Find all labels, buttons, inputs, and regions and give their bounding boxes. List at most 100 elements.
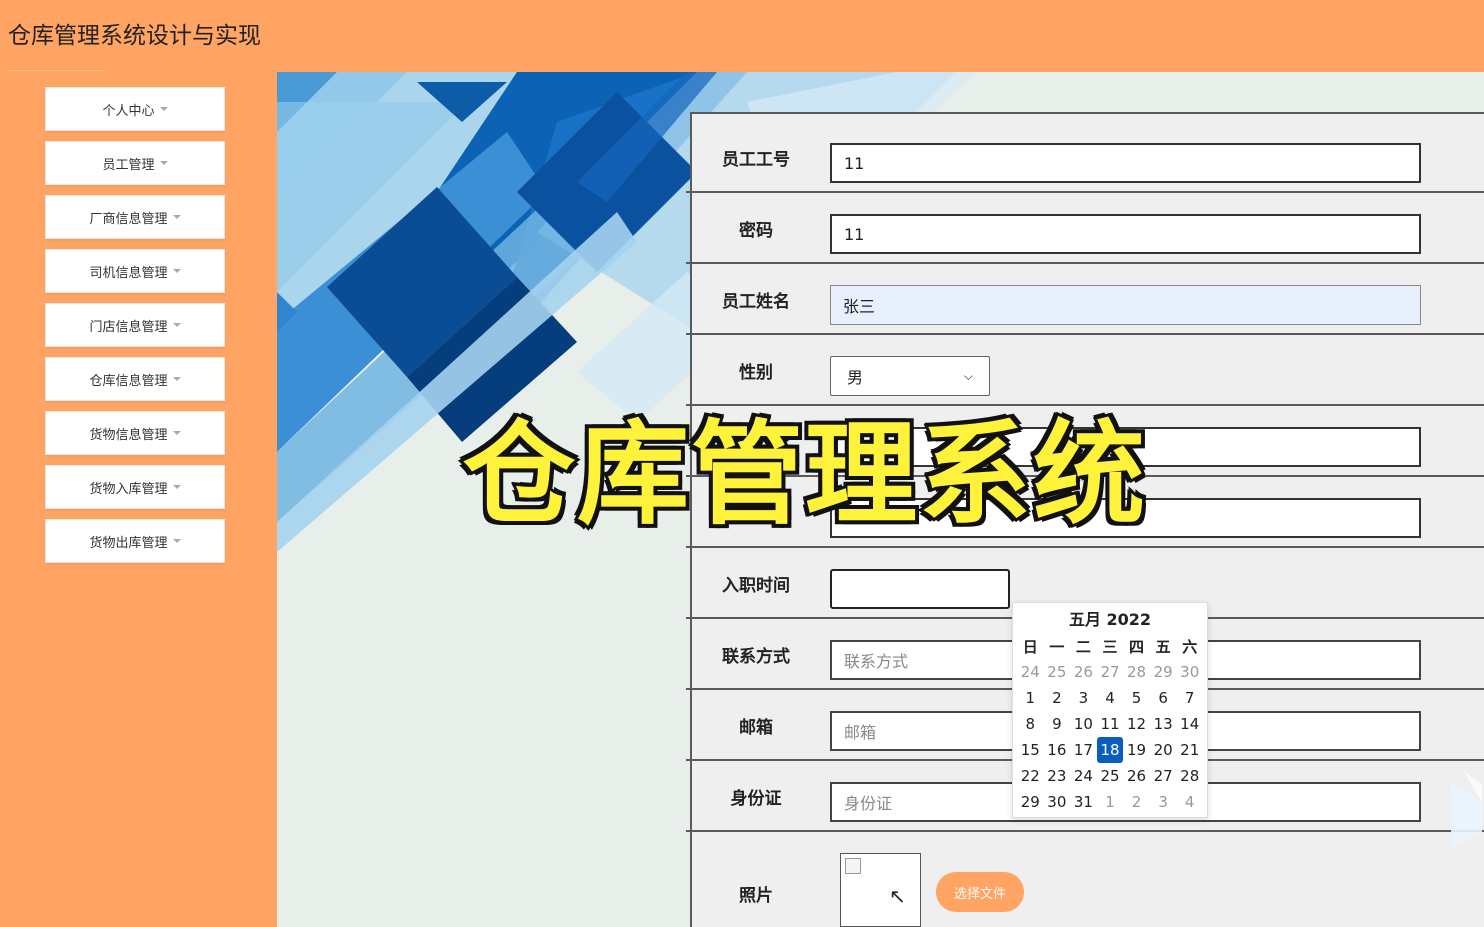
calendar-day[interactable]: 29 xyxy=(1150,659,1177,685)
app-title: 仓库管理系统设计与实现 xyxy=(8,23,261,49)
employee-no-input[interactable]: 11 xyxy=(830,143,1421,183)
calendar-day[interactable]: 14 xyxy=(1176,711,1203,737)
decor-logo xyxy=(1451,772,1482,847)
calendar-day[interactable]: 31 xyxy=(1070,789,1097,815)
calendar-day-selected[interactable]: 18 xyxy=(1096,737,1124,763)
form-row-name: 员工姓名 张三 xyxy=(686,264,1484,335)
calendar-day[interactable]: 26 xyxy=(1070,659,1097,685)
sidebar-item-inbound[interactable]: 货物入库管理 xyxy=(45,465,225,509)
caret-down-icon xyxy=(172,431,181,435)
sidebar-item-label: 门店信息管理 xyxy=(89,319,168,335)
contact-label: 联系方式 xyxy=(722,647,790,667)
calendar-month-title: 五月 2022 xyxy=(1068,610,1152,629)
password-input[interactable]: 11 xyxy=(830,214,1421,254)
calendar-day[interactable]: 20 xyxy=(1150,737,1177,763)
calendar-weekday: 三 xyxy=(1102,637,1118,656)
hire-date-input[interactable] xyxy=(830,569,1010,609)
name-input[interactable]: 张三 xyxy=(830,285,1421,325)
calendar-weekday: 日 xyxy=(1022,637,1038,656)
calendar-day[interactable]: 27 xyxy=(1150,763,1177,789)
calendar-day[interactable]: 5 xyxy=(1123,685,1150,711)
calendar-day[interactable]: 30 xyxy=(1176,659,1203,685)
sidebar-item-employees[interactable]: 员工管理 xyxy=(45,141,225,185)
calendar-day[interactable]: 25 xyxy=(1044,659,1071,685)
email-label: 邮箱 xyxy=(739,718,773,738)
calendar-day[interactable]: 24 xyxy=(1017,659,1044,685)
calendar-weekday: 二 xyxy=(1075,637,1091,656)
mouse-cursor-icon: ↖ xyxy=(889,884,906,908)
calendar-day[interactable]: 19 xyxy=(1123,737,1150,763)
calendar-day[interactable]: 13 xyxy=(1150,711,1177,737)
caret-down-icon xyxy=(172,539,181,543)
calendar-weekday: 四 xyxy=(1129,637,1145,656)
calendar-day[interactable]: 29 xyxy=(1017,789,1044,815)
calendar-day[interactable]: 3 xyxy=(1070,685,1097,711)
calendar-day[interactable]: 3 xyxy=(1150,789,1177,815)
caret-down-icon xyxy=(172,269,181,273)
sidebar-item-label: 货物信息管理 xyxy=(89,427,168,443)
id-card-label: 身份证 xyxy=(730,789,782,809)
sidebar-item-label: 个人中心 xyxy=(102,103,155,119)
calendar-day[interactable]: 15 xyxy=(1017,737,1044,763)
overlay-title: 仓库管理系统 xyxy=(460,407,1148,543)
calendar-day[interactable]: 30 xyxy=(1044,789,1071,815)
top-bar: 仓库管理系统设计与实现 xyxy=(0,0,1484,72)
calendar-day[interactable]: 28 xyxy=(1123,659,1150,685)
calendar-day[interactable]: 24 xyxy=(1070,763,1097,789)
choose-file-button[interactable]: 选择文件 xyxy=(936,872,1024,912)
calendar-day[interactable]: 2 xyxy=(1123,789,1150,815)
caret-down-icon xyxy=(172,377,181,381)
calendar-day[interactable]: 6 xyxy=(1150,685,1177,711)
date-picker[interactable]: 五月 2022 日一二三四五六 24 25 26 27 28 29 30 1 2 3 4 5 6 7 8 9 10… xyxy=(1012,602,1208,818)
calendar-day[interactable]: 10 xyxy=(1070,711,1097,737)
caret-down-icon xyxy=(172,215,181,219)
calendar-day[interactable]: 2 xyxy=(1044,685,1071,711)
calendar-day[interactable]: 28 xyxy=(1176,763,1203,789)
calendar-weekday: 六 xyxy=(1182,637,1198,656)
calendar-day[interactable]: 11 xyxy=(1097,711,1124,737)
photo-label: 照片 xyxy=(739,885,773,906)
calendar-day[interactable]: 12 xyxy=(1123,711,1150,737)
password-label: 密码 xyxy=(739,221,773,241)
calendar-day[interactable]: 7 xyxy=(1176,685,1203,711)
sidebar-item-outbound[interactable]: 货物出库管理 xyxy=(45,519,225,563)
caret-down-icon xyxy=(159,107,168,111)
sidebar-item-drivers[interactable]: 司机信息管理 xyxy=(45,249,225,293)
sidebar-item-label: 司机信息管理 xyxy=(89,265,168,281)
sidebar-item-goods[interactable]: 货物信息管理 xyxy=(45,411,225,455)
calendar-day[interactable]: 27 xyxy=(1097,659,1124,685)
calendar-day[interactable]: 26 xyxy=(1123,763,1150,789)
calendar-day[interactable]: 23 xyxy=(1044,763,1071,789)
calendar-weekday: 五 xyxy=(1155,637,1171,656)
calendar-day[interactable]: 4 xyxy=(1097,685,1124,711)
title-divider xyxy=(8,70,104,71)
calendar-day[interactable]: 4 xyxy=(1176,789,1203,815)
employee-no-label: 员工工号 xyxy=(722,150,790,170)
sidebar-item-stores[interactable]: 门店信息管理 xyxy=(45,303,225,347)
form-row-password: 密码 11 xyxy=(686,193,1484,264)
calendar-day[interactable]: 17 xyxy=(1070,737,1097,763)
calendar-day[interactable]: 9 xyxy=(1044,711,1071,737)
calendar-day[interactable]: 16 xyxy=(1044,737,1071,763)
hire-date-label: 入职时间 xyxy=(722,576,790,596)
caret-down-icon xyxy=(172,485,181,489)
calendar-weekday: 一 xyxy=(1049,637,1065,656)
chevron-down-icon: ⌵ xyxy=(963,368,973,383)
calendar-day[interactable]: 1 xyxy=(1017,685,1044,711)
sidebar-item-vendors[interactable]: 厂商信息管理 xyxy=(45,195,225,239)
sidebar-item-label: 厂商信息管理 xyxy=(89,211,168,227)
broken-image-icon xyxy=(845,858,861,874)
calendar-day[interactable]: 22 xyxy=(1017,763,1044,789)
sidebar-item-label: 货物入库管理 xyxy=(89,481,168,497)
calendar-day[interactable]: 1 xyxy=(1097,789,1124,815)
name-label: 员工姓名 xyxy=(722,292,790,312)
sidebar-item-warehouses[interactable]: 仓库信息管理 xyxy=(45,357,225,401)
calendar-day[interactable]: 25 xyxy=(1097,763,1124,789)
calendar-grid: 日一二三四五六 24 25 26 27 28 29 30 1 2 3 4 5 6 7 8 9 10 11 12 13 14… xyxy=(1013,633,1207,815)
calendar-day[interactable]: 21 xyxy=(1176,737,1203,763)
calendar-day[interactable]: 8 xyxy=(1017,711,1044,737)
form-row-employee-no: 员工工号 11 xyxy=(686,122,1484,193)
sidebar-item-label: 员工管理 xyxy=(102,157,155,173)
sidebar-item-personal-center[interactable]: 个人中心 xyxy=(45,87,225,131)
sidebar-item-label: 货物出库管理 xyxy=(89,535,168,551)
